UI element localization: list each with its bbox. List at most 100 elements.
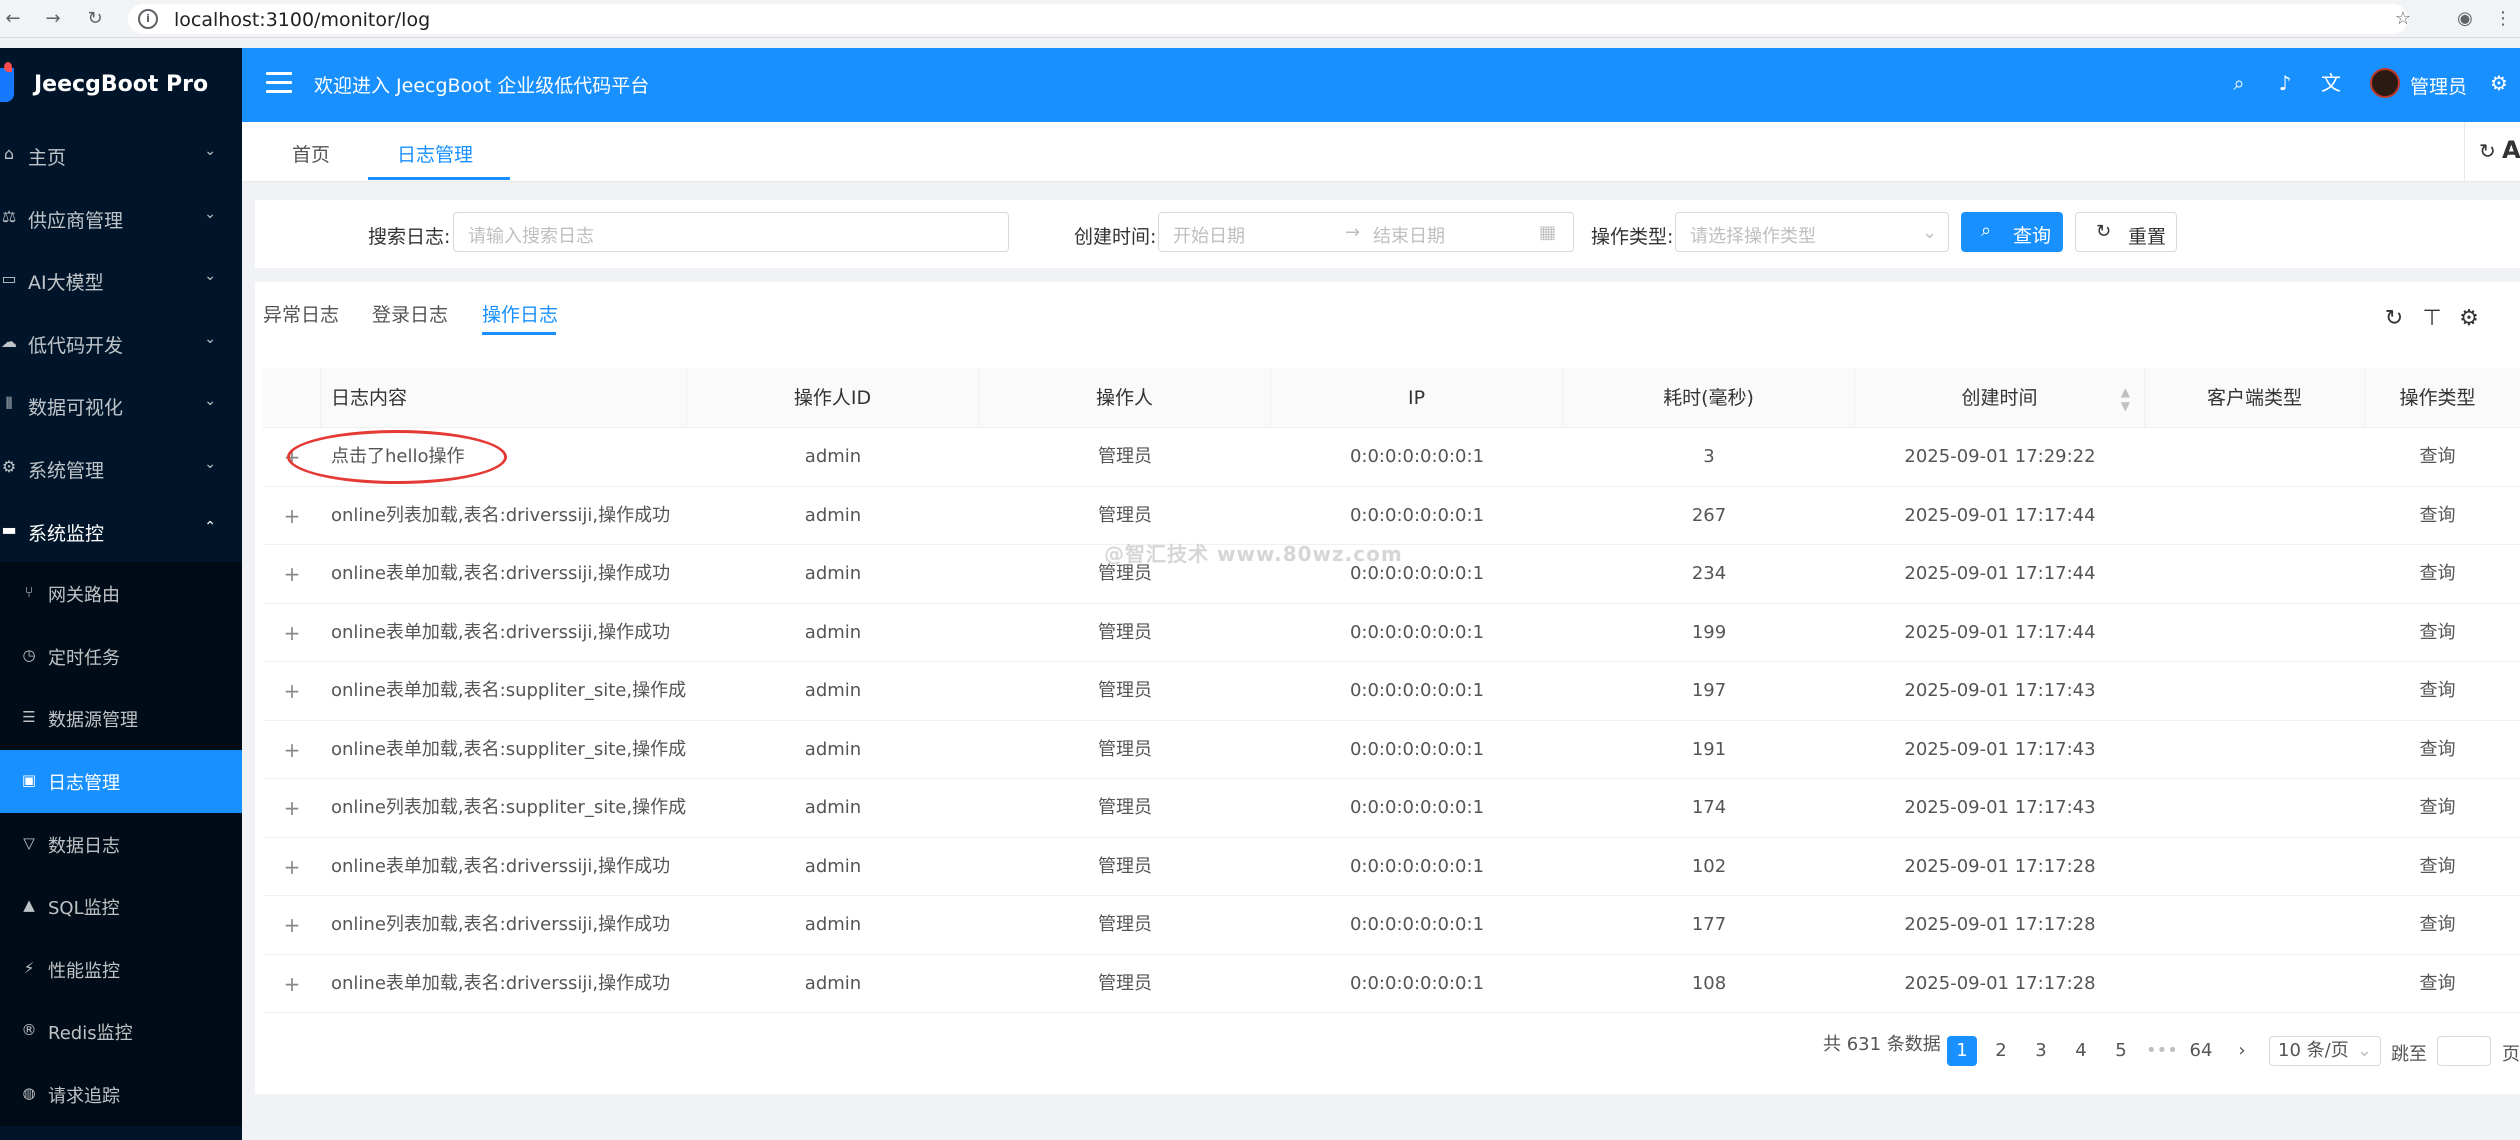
client-type-cell [2145,428,2365,487]
sidebar-item-gateway[interactable]: ⑂ 网关路由 [0,562,242,625]
bookmark-star-icon[interactable]: ☆ [2390,6,2416,32]
duration-cell: 267 [1691,504,1727,526]
sidebar-item-datasource[interactable]: ☰ 数据源管理 [0,687,242,750]
sidebar-item-label: 低代码开发 [28,334,124,357]
profile-icon[interactable]: ◉ [2452,6,2478,32]
app-logo[interactable]: JeecgBoot Pro [0,48,242,124]
url-text[interactable]: localhost:3100/monitor/log [174,9,430,31]
duration-cell: 102 [1691,855,1727,877]
sidebar-item-scheduled[interactable]: ◷ 定时任务 [0,625,242,688]
refresh-icon[interactable]: ↻ [2381,306,2407,331]
username[interactable]: 管理员 [2410,72,2467,99]
table-row[interactable]: + online表单加载,表名:suppliter_site,操作成功 admin 管… [263,721,2520,780]
tab-exception-log[interactable]: 异常日志 [263,300,339,327]
duration-cell: 177 [1691,914,1727,935]
expand-row-icon[interactable]: + [263,779,321,838]
trace-icon: ◍ [22,1083,36,1102]
client-type-cell [2145,779,2365,838]
sidebar-item-monitor[interactable]: ▬ 系统监控 ⌃ [0,500,242,563]
sidebar-item-home[interactable]: ⌂ 主页 ⌄ [0,124,242,187]
table-row[interactable]: + online表单加载,表名:driverssiji,操作成功 admin 管理员 0… [263,838,2520,897]
sidebar-item-log[interactable]: ▣ 日志管理 [0,749,242,813]
sidebar-item-redis[interactable]: ® Redis监控 [0,1000,242,1063]
column-header-sortable[interactable]: 创建时间 ▲ ▼ [1855,368,2145,428]
expand-row-icon[interactable]: + [263,955,321,1014]
page-4[interactable]: 4 [2066,1036,2096,1066]
column-height-icon[interactable]: ⊤ [2419,306,2445,331]
sidebar-item-system[interactable]: ⚙ 系统管理 ⌄ [0,437,242,500]
page-1[interactable]: 1 [1947,1036,1977,1066]
translate-icon[interactable]: 文 [2318,70,2344,96]
avatar[interactable] [2370,68,2400,98]
page-ellipsis[interactable]: ••• [2146,1036,2178,1066]
tab-more-icon[interactable]: A [2502,136,2520,164]
page-5[interactable]: 5 [2106,1036,2136,1066]
menu-toggle-icon[interactable] [266,72,292,94]
expand-row-icon[interactable]: + [263,604,321,663]
reload-icon[interactable]: ↻ [82,6,108,32]
date-range-picker[interactable]: 开始日期 → 结束日期 ▦ [1158,212,1574,252]
sidebar-item-label: 定时任务 [48,647,120,669]
page-last[interactable]: 64 [2186,1036,2216,1066]
registered-icon: ® [21,1021,37,1040]
sidebar-item-trace[interactable]: ◍ 请求追踪 [0,1063,242,1126]
browser-menu-icon[interactable]: ⋮ [2490,6,2516,32]
forward-icon[interactable]: → [40,6,66,32]
operator-cell: 管理员 [1098,797,1152,818]
page-size-select[interactable]: 10 条/页 ⌄ [2269,1036,2381,1066]
expand-row-icon[interactable]: + [263,545,321,604]
expand-row-icon[interactable]: + [263,662,321,721]
page-3[interactable]: 3 [2026,1036,2056,1066]
sidebar-item-lowcode[interactable]: ☁ 低代码开发 ⌄ [0,312,242,375]
tab-login-log[interactable]: 登录日志 [372,300,448,327]
table-row[interactable]: + online列表加载,表名:driverssiji,操作成功 admin 管理员 0… [263,487,2520,546]
expand-row-icon[interactable]: + [263,487,321,546]
sidebar-item-sql[interactable]: ▲ SQL监控 [0,875,242,938]
log-content-cell: online表单加载,表名:driverssiji,操作成功 [331,855,671,877]
table-row[interactable]: + online列表加载,表名:suppliter_site,操作成功 admin 管… [263,779,2520,838]
keyword-input[interactable]: 请输入搜索日志 [453,212,1009,252]
log-card: 异常日志 登录日志 操作日志 ↻ ⊤ ⚙ 日志内容 操作人ID 操作人 IP 耗… [255,282,2520,1094]
column-header: 操作人 [979,368,1271,428]
page-2[interactable]: 2 [1986,1036,2016,1066]
created-time-cell: 2025-09-01 17:17:28 [1904,972,2096,994]
cloud-icon: ☁ [1,331,17,351]
sidebar-item-ai[interactable]: ▭ AI大模型 ⌄ [0,249,242,312]
table-row[interactable]: + online表单加载,表名:driverssiji,操作成功 admin 管理员 0… [263,955,2520,1014]
gear-icon[interactable]: ⚙ [2486,70,2512,96]
expand-row-icon[interactable]: + [263,721,321,780]
client-type-cell [2145,721,2365,780]
reset-button[interactable]: ↻ 重置 [2075,212,2177,252]
bell-icon[interactable]: ♪ [2272,70,2298,96]
created-time-cell: 2025-09-01 17:17:28 [1904,855,2096,877]
address-bar[interactable]: i localhost:3100/monitor/log [128,4,2408,34]
search-icon[interactable]: ⌕ [2226,70,2252,96]
sidebar-item-supplier[interactable]: ⚖ 供应商管理 ⌄ [0,187,242,250]
tab-operation-log[interactable]: 操作日志 [482,300,558,327]
pagination-total: 共 631 条数据 [1823,1034,1941,1055]
filter-icon: ▽ [23,833,35,852]
expand-row-icon[interactable]: + [263,838,321,897]
time-label: 创建时间: [1074,226,1157,248]
table-row[interactable]: + online表单加载,表名:driverssiji,操作成功 admin 管理员 0… [263,604,2520,663]
sidebar-item-performance[interactable]: ⚡ 性能监控 [0,938,242,1001]
table-row[interactable]: + online列表加载,表名:driverssiji,操作成功 admin 管理员 0… [263,896,2520,955]
next-page-icon[interactable]: › [2227,1036,2257,1066]
site-info-icon[interactable]: i [138,9,158,29]
tab-home[interactable]: 首页 [292,140,330,167]
tab-log-management[interactable]: 日志管理 [397,140,473,167]
operation-type-cell: 查询 [2419,563,2456,584]
sidebar-item-label: 日志管理 [48,772,120,794]
table-row[interactable]: + 点击了hello操作 admin 管理员 0:0:0:0:0:0:0:1 3 2025-… [263,428,2520,487]
query-button[interactable]: ⌕ 查询 [1961,212,2063,252]
table-row[interactable]: + online表单加载,表名:suppliter_site,操作成功 admin 管… [263,662,2520,721]
expand-row-icon[interactable]: + [263,896,321,955]
sidebar-item-dataviz[interactable]: ⦀ 数据可视化 ⌄ [0,374,242,437]
sidebar-item-datalog[interactable]: ▽ 数据日志 [0,813,242,876]
gear-icon[interactable]: ⚙ [2456,306,2482,331]
type-select[interactable]: 请选择操作类型 ⌄ [1675,212,1949,252]
sort-icon[interactable]: ▲ ▼ [2121,368,2130,413]
refresh-icon[interactable]: ↻ [2479,139,2496,163]
back-icon[interactable]: ← [0,6,26,32]
jump-page-input[interactable] [2437,1036,2491,1066]
